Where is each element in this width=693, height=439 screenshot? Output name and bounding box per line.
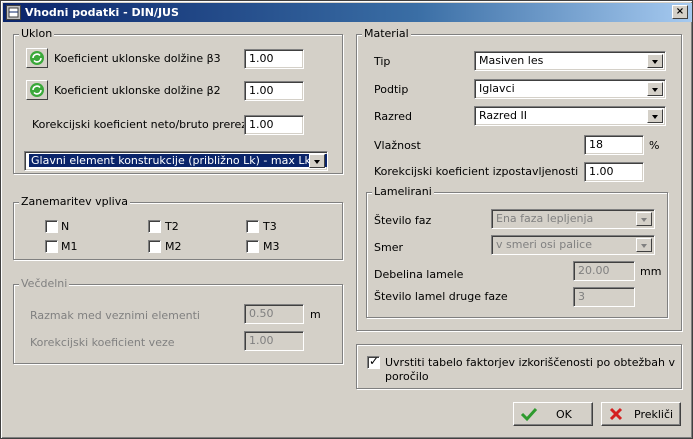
ok-label: OK [556,408,572,421]
report-label-line1: Uvrstiti tabelo faktorjev izkoriščenosti… [385,356,675,369]
check-m2-label: M2 [165,240,182,253]
smer-select[interactable]: v smeri osi palice [491,235,655,255]
check-t2[interactable] [148,220,161,233]
uklon-group: Uklon Koeficient uklonske dolžine β3 1.0… [13,27,343,174]
check-m1[interactable] [45,240,58,253]
chevron-down-icon[interactable] [647,54,663,68]
lamelirani-group: Lamelirani Število faz Ena faza lepljenj… [366,185,668,318]
beta3-input[interactable]: 1.00 [244,49,304,69]
tip-label: Tip [374,55,391,68]
dialog-window: Vhodni podatki - DIN/JUS × Uklon Koefici… [0,0,693,439]
ok-button[interactable]: OK [513,402,593,426]
veze-input[interactable]: 1.00 [244,331,304,351]
tip-select[interactable]: Masiven les [474,51,666,71]
neto-bruto-input[interactable]: 1.00 [244,115,304,135]
report-label-line2: poročilo [385,370,429,383]
x-icon [609,407,623,421]
beta3-label: Koeficient uklonske dolžine β3 [54,52,221,65]
lamelirani-group-title: Lamelirani [372,185,434,198]
smer-value: v smeri osi palice [496,238,592,251]
neto-bruto-label: Korekcijski koeficient neto/bruto prerez… [32,118,254,131]
check-n-label: N [61,220,70,233]
zanemaritev-group: Zanemaritev vpliva N T2 T3 M1 M2 M3 [13,195,343,260]
debelina-input[interactable]: 20.00 [573,261,635,281]
zanemaritev-group-title: Zanemaritev vpliva [19,195,130,208]
beta2-refresh-button[interactable] [26,80,48,100]
beta3-refresh-button[interactable] [26,48,48,68]
razmak-label: Razmak med veznimi elementi [30,309,200,322]
element-type-value: Glavni element konstrukcije (približno L… [29,154,327,167]
check-n[interactable] [45,220,58,233]
razred-select[interactable]: Razred II [474,106,666,126]
chevron-down-icon[interactable] [636,212,652,226]
smer-label: Smer [374,241,403,254]
refresh-icon [30,83,44,97]
check-t3[interactable] [246,220,259,233]
vlaznost-label: Vlažnost [374,139,421,152]
podtip-select[interactable]: Iglavci [474,79,666,99]
window-title: Vhodni podatki - DIN/JUS [25,6,179,19]
vecdelni-group-title: Večdelni [19,277,70,290]
debelina-label: Debelina lamele [374,268,464,281]
vlaznost-input[interactable]: 18 [584,135,644,155]
element-type-select[interactable]: Glavni element konstrukcije (približno L… [24,151,328,171]
title-bar[interactable]: Vhodni podatki - DIN/JUS × [3,3,692,22]
stevilo-faz-label: Število faz [374,214,432,227]
cancel-button[interactable]: Prekliči [601,402,681,426]
razred-label: Razred [374,110,412,123]
check-t2-label: T2 [165,220,179,233]
checkmark-icon [520,407,538,422]
check-t3-label: T3 [263,220,277,233]
stevilo-faz-value: Ena faza lepljenja [496,212,594,225]
report-checkbox[interactable] [367,354,380,369]
razred-value: Razred II [479,109,527,122]
check-m3-label: M3 [263,240,280,253]
uklon-group-title: Uklon [19,27,55,40]
tip-value: Masiven les [479,54,544,67]
stevilo-faz-select[interactable]: Ena faza lepljenja [491,209,655,229]
izpostavljenost-input[interactable]: 1.00 [584,162,644,182]
check-m3[interactable] [246,240,259,253]
beta2-label: Koeficient uklonske dolžine β2 [54,84,221,97]
material-group: Material Tip Masiven les Podtip Iglavci … [356,27,682,331]
report-panel: Uvrstiti tabelo faktorjev izkoriščenosti… [356,344,682,389]
chevron-down-icon[interactable] [647,109,663,123]
stevilo-lamel-input[interactable]: 3 [573,287,635,307]
check-m2[interactable] [148,240,161,253]
stevilo-lamel-label: Število lamel druge faze [374,290,508,303]
material-group-title: Material [362,27,411,40]
vlaznost-unit: % [649,139,660,152]
chevron-down-icon[interactable] [309,154,325,168]
debelina-unit: mm [640,265,662,278]
podtip-label: Podtip [374,83,409,96]
chevron-down-icon[interactable] [636,238,652,252]
cancel-label: Prekliči [634,408,674,421]
close-button[interactable]: × [672,5,688,19]
veze-label: Korekcijski koeficient veze [30,336,175,349]
chevron-down-icon[interactable] [647,82,663,96]
check-m1-label: M1 [61,240,78,253]
refresh-icon [30,51,44,65]
beta2-input[interactable]: 1.00 [244,81,304,101]
razmak-unit: m [310,308,321,321]
app-icon [6,5,21,20]
podtip-value: Iglavci [479,82,515,95]
vecdelni-group: Večdelni Razmak med veznimi elementi 0.5… [13,277,343,364]
izpostavljenost-label: Korekcijski koeficient izpostavljenosti [374,165,579,178]
razmak-input[interactable]: 0.50 [244,304,304,324]
